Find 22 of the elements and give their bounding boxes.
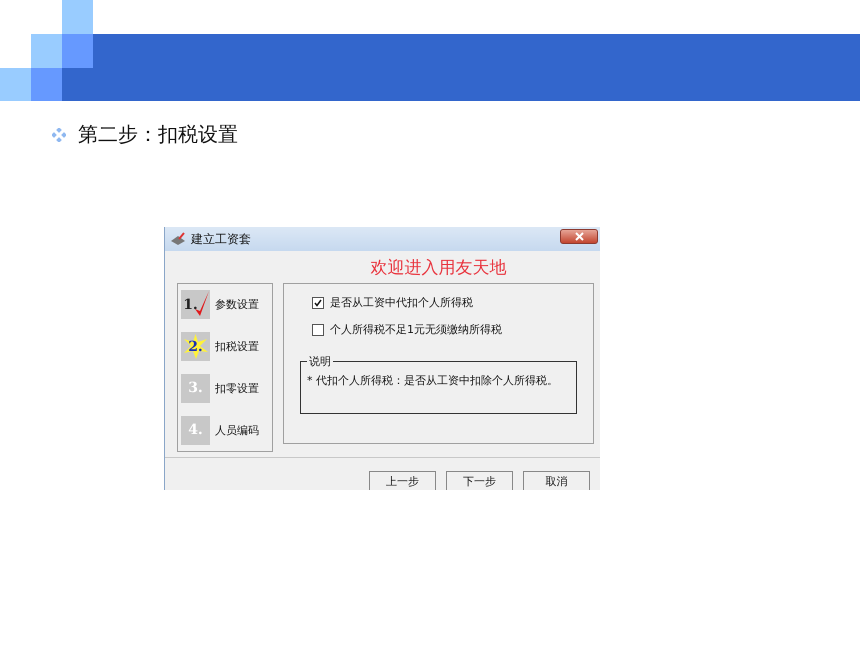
app-icon <box>170 232 186 246</box>
dialog-button[interactable]: 上一步 <box>369 471 436 490</box>
dialog-button[interactable]: 取消 <box>523 471 590 490</box>
close-icon <box>574 232 584 241</box>
check-step-icon: 1. <box>181 290 210 320</box>
welcome-heading: 欢迎进入用友天地 <box>370 257 508 280</box>
checkbox[interactable] <box>312 296 324 308</box>
close-button[interactable] <box>560 229 598 244</box>
dialog-button[interactable]: 下一步 <box>446 471 513 490</box>
checkbox-label: 是否从工资中代扣个人所得税 <box>330 295 473 310</box>
window-title: 建立工资套 <box>191 230 252 248</box>
checkbox-label: 个人所得税不足1元无须缴纳所得税 <box>330 322 502 337</box>
step-label: 扣税设置 <box>215 339 259 354</box>
step-label: 人员编码 <box>215 422 259 438</box>
slide-title: 第二步：扣税设置 <box>78 121 238 148</box>
note-text: * 代扣个人所得税：是否从工资中扣除个人所得税。 <box>307 374 558 387</box>
step-label: 参数设置 <box>215 297 259 312</box>
star-step-icon: 2. <box>181 332 210 362</box>
group-title: 说明 <box>308 354 332 369</box>
checkbox[interactable] <box>312 324 324 336</box>
step-label: 扣零设置 <box>215 380 259 396</box>
bullet-icon <box>52 128 66 142</box>
